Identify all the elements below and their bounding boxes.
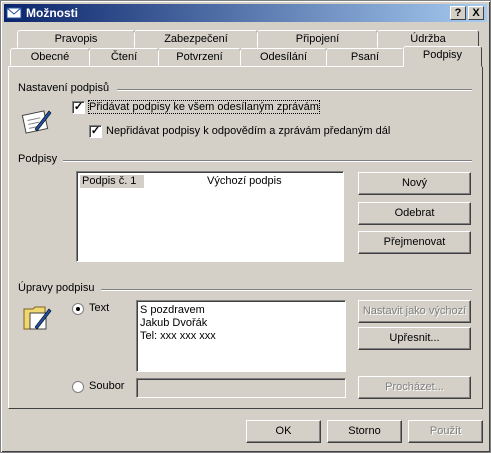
add-signatures-label[interactable]: Přidávat podpisy ke všem odesílaným zprá…: [88, 100, 320, 114]
file-path-input[interactable]: [136, 378, 346, 398]
tab-psani[interactable]: Psaní: [326, 48, 404, 66]
tab-pravopis[interactable]: Pravopis: [17, 30, 135, 48]
ok-button[interactable]: OK: [246, 420, 321, 443]
list-item-status: Výchozí podpis: [207, 175, 282, 187]
help-button[interactable]: ?: [450, 6, 466, 20]
apply-button[interactable]: Použít: [408, 420, 483, 443]
signature-line: Jakub Dvořák: [140, 317, 208, 329]
tab-cteni[interactable]: Čtení: [89, 48, 159, 66]
add-signatures-checkbox[interactable]: ✓: [72, 101, 85, 114]
close-button[interactable]: X: [468, 6, 484, 20]
divider: [117, 89, 472, 91]
signature-text-area[interactable]: S pozdravem Jakub Dvořák Tel: xxx xxx xx…: [136, 300, 346, 372]
tab-obecne[interactable]: Obecné: [10, 48, 90, 66]
tab-pripojeni[interactable]: Připojení: [257, 30, 378, 48]
browse-button[interactable]: Procházet...: [358, 376, 471, 399]
tab-zabezpeceni[interactable]: Zabezpečení: [134, 30, 258, 48]
tab-panel: Nastavení podpisů ✓ Přidávat podpisy ke …: [8, 66, 483, 409]
signatures-group-label: Podpisy: [18, 153, 58, 165]
set-default-button[interactable]: Nastavit jako výchozí: [358, 300, 471, 323]
window-title: Možnosti: [26, 6, 78, 20]
no-reply-signatures-label[interactable]: Nepřidávat podpisy k odpovědím a zprávám…: [106, 125, 390, 137]
settings-group-label: Nastavení podpisů: [18, 82, 110, 94]
edit-group-label: Úpravy podpisu: [18, 282, 95, 294]
cancel-button[interactable]: Storno: [327, 420, 402, 443]
new-signature-button[interactable]: Nový: [358, 172, 471, 195]
file-radio[interactable]: [72, 381, 84, 393]
list-item-name[interactable]: Podpis č. 1: [80, 175, 144, 188]
text-radio[interactable]: [72, 303, 84, 315]
remove-signature-button[interactable]: Odebrat: [358, 202, 471, 225]
rename-signature-button[interactable]: Přejmenovat: [358, 231, 471, 254]
signatures-list[interactable]: Podpis č. 1 Výchozí podpis: [76, 171, 344, 262]
divider: [101, 289, 472, 291]
signature-line: Tel: xxx xxx xxx: [140, 330, 216, 342]
tab-potvrzeni[interactable]: Potvrzení: [158, 48, 241, 66]
tab-odesilani[interactable]: Odesílání: [240, 48, 327, 66]
title-bar: Možnosti ? X: [4, 4, 487, 22]
no-reply-signatures-checkbox[interactable]: ✓: [89, 125, 102, 138]
app-icon: [6, 7, 22, 19]
divider: [63, 160, 472, 162]
signature-pen-icon: [21, 110, 52, 134]
options-dialog: Možnosti ? X Pravopis Zabezpečení Připoj…: [0, 0, 491, 453]
edit-signature-icon: [23, 306, 52, 330]
text-radio-label[interactable]: Text: [89, 302, 109, 314]
advanced-button[interactable]: Upřesnit...: [358, 327, 471, 350]
file-radio-label[interactable]: Soubor: [89, 380, 124, 392]
signature-line: S pozdravem: [140, 304, 205, 316]
tab-podpisy[interactable]: Podpisy: [403, 46, 482, 67]
